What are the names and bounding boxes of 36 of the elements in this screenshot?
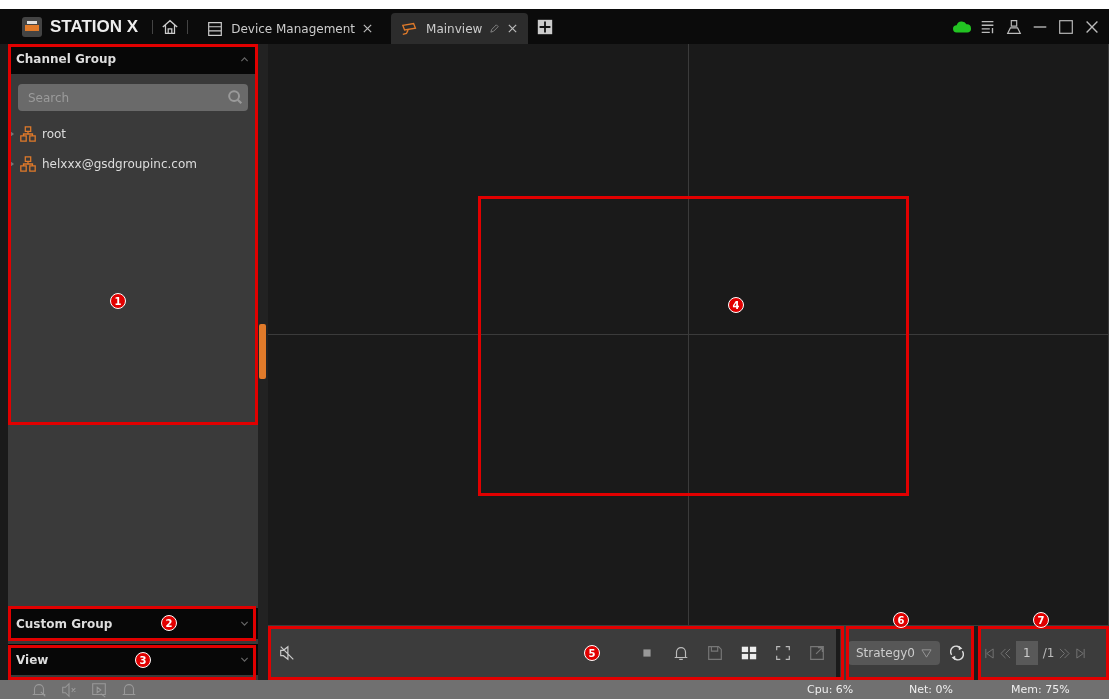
strategy-dropdown[interactable]: Strategy0 (847, 641, 940, 665)
expand-arrow-icon (10, 161, 14, 167)
mute-icon[interactable] (278, 644, 296, 662)
page-field[interactable]: 1 (1016, 641, 1038, 665)
section-title: Custom Group (16, 616, 113, 631)
tab[interactable]: Mainview (391, 13, 529, 44)
page-total: /1 (1042, 646, 1055, 660)
section-title: View (16, 652, 49, 667)
tree-item[interactable]: helxxx@gsdgroupinc.com (8, 149, 258, 179)
add-tab-icon[interactable] (536, 17, 555, 36)
expand-icon[interactable] (807, 644, 826, 662)
fullscreen-icon[interactable] (773, 644, 792, 662)
tab[interactable]: Device Management (196, 13, 384, 44)
list-icon (206, 19, 225, 38)
close-icon[interactable] (362, 23, 374, 34)
collapse-handle[interactable] (259, 324, 266, 379)
expand-arrow-icon (10, 131, 14, 137)
memory-usage: Mem: 75% (1011, 683, 1071, 696)
search-icon (226, 88, 244, 106)
layout-grid-icon[interactable] (739, 644, 758, 662)
cpu-usage: Cpu: 6% (807, 683, 855, 696)
app-name: STATION X (50, 16, 139, 37)
tree-item[interactable]: root (8, 119, 258, 149)
org-chart-icon (19, 155, 37, 173)
dropdown-arrow-icon (921, 647, 932, 659)
user-icon[interactable] (1005, 17, 1023, 36)
logo-icon (22, 16, 42, 37)
pencil-icon[interactable] (489, 23, 501, 34)
refresh-icon[interactable] (948, 644, 966, 662)
save-icon[interactable] (705, 644, 724, 662)
close-icon[interactable] (507, 23, 519, 34)
org-chart-icon (19, 125, 37, 143)
maximize-icon[interactable] (1057, 17, 1075, 36)
network-usage: Net: 0% (909, 683, 954, 696)
home-icon[interactable] (161, 17, 180, 36)
section-title: Channel Group (16, 52, 117, 66)
